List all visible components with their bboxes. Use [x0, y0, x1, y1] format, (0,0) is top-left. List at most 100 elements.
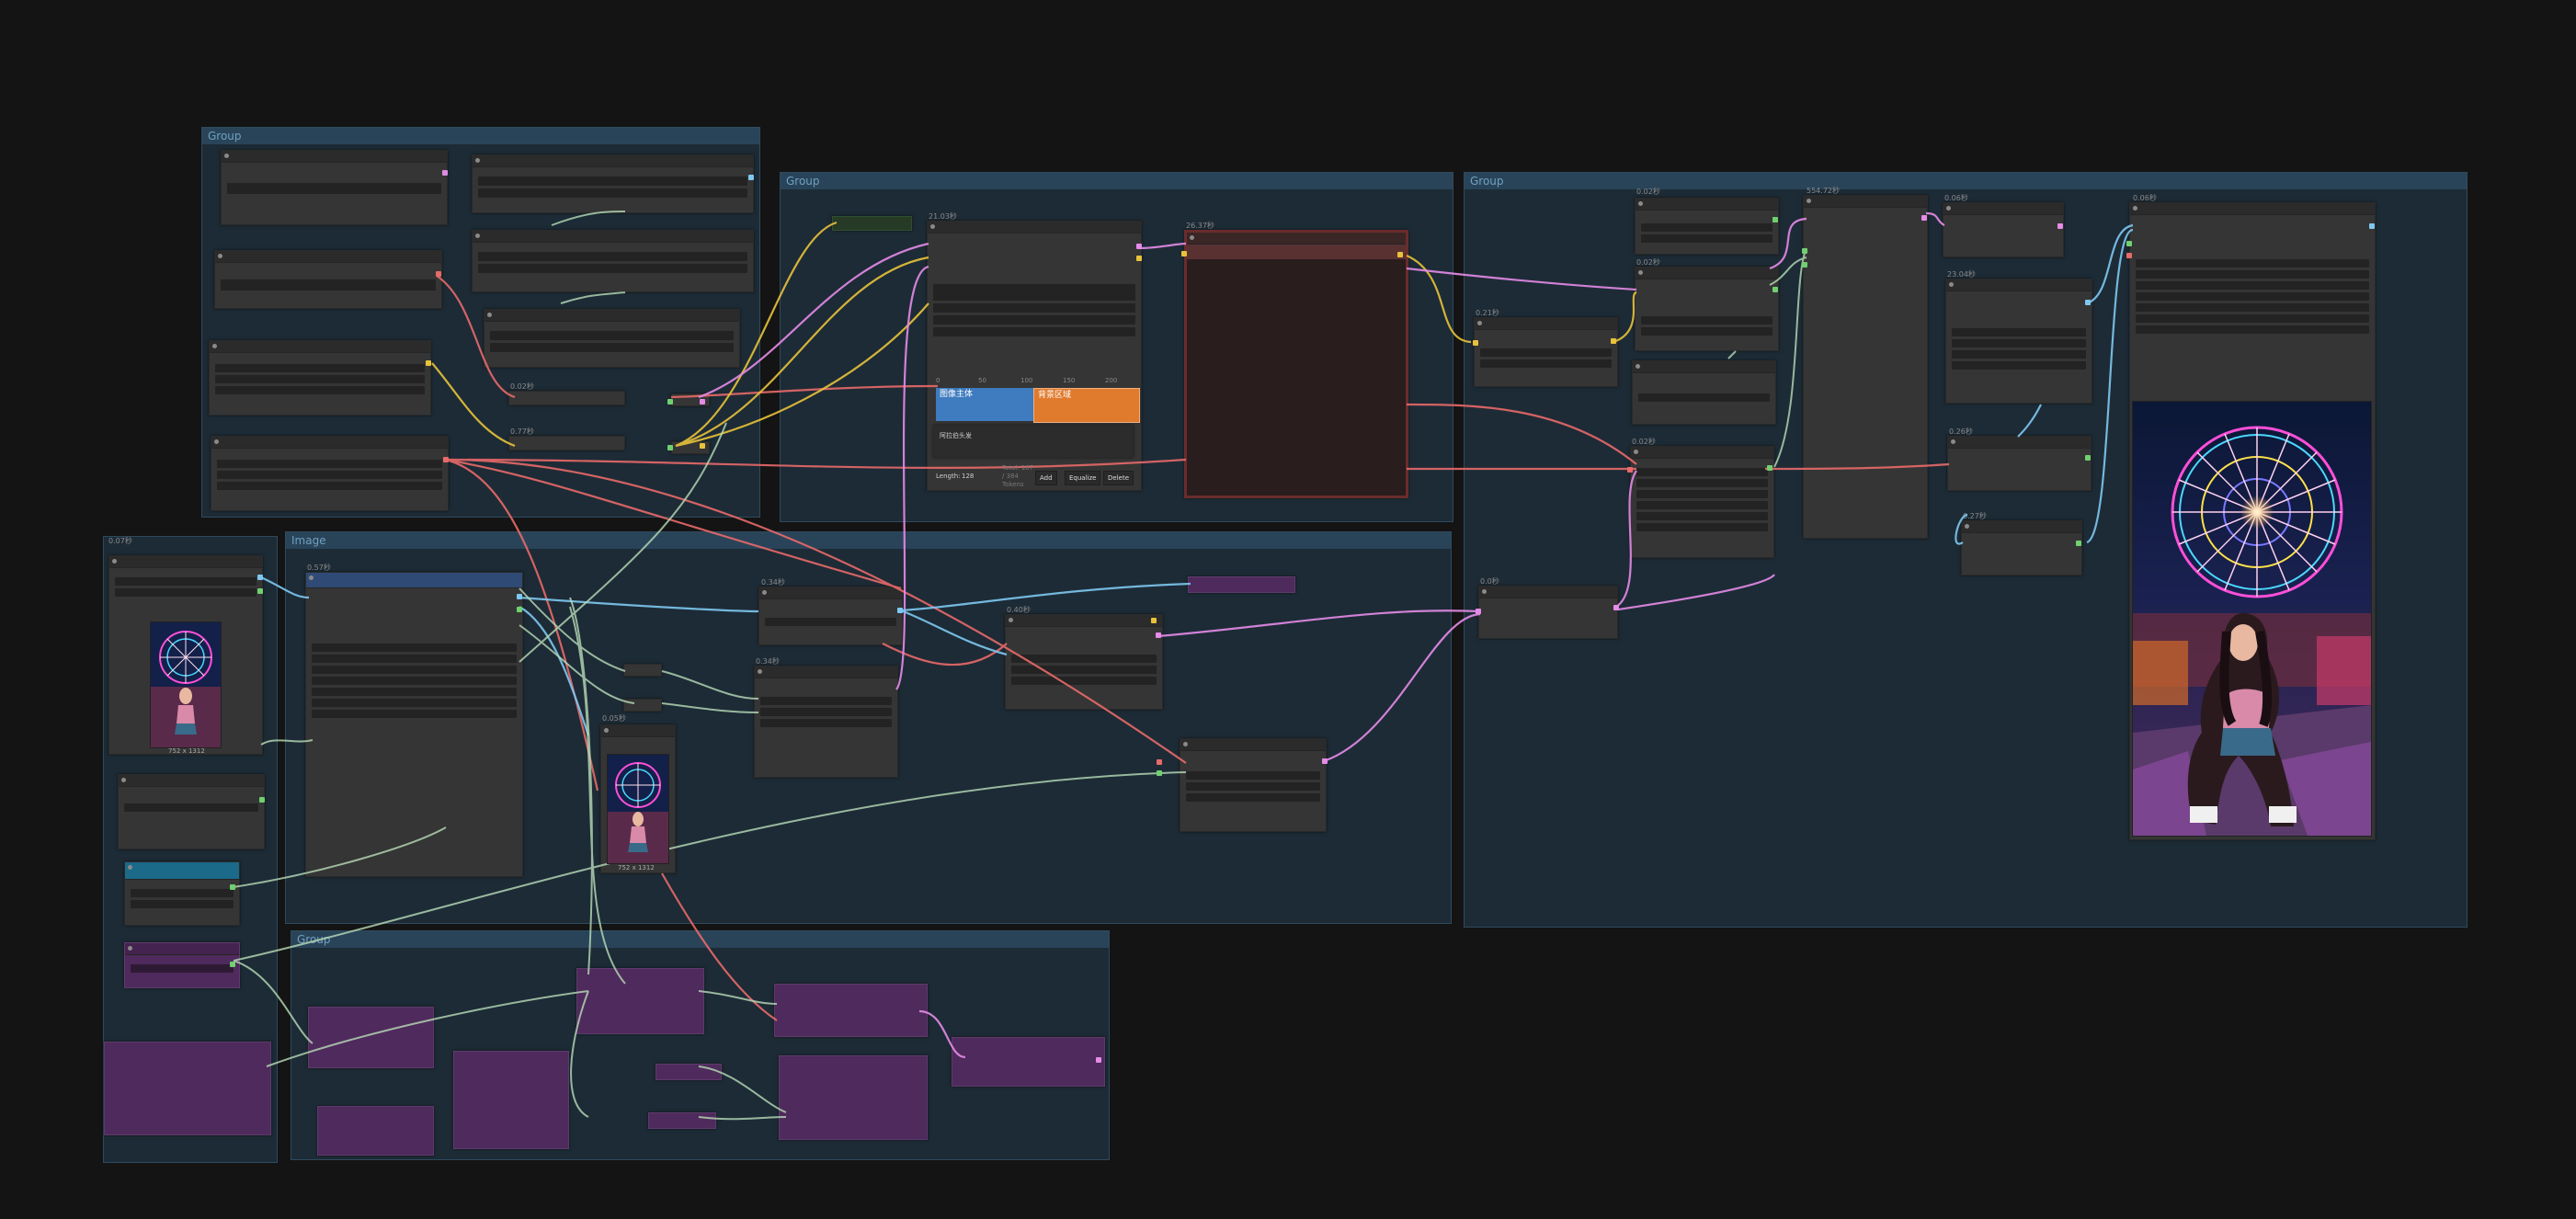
widget[interactable] [1638, 393, 1770, 402]
prompt-widget[interactable] [933, 315, 1135, 325]
add-button[interactable]: Add [1035, 471, 1057, 485]
text-node-4[interactable] [472, 230, 754, 292]
port[interactable] [2369, 223, 2375, 229]
port[interactable] [2126, 241, 2132, 246]
text-widget[interactable] [478, 264, 747, 273]
port[interactable] [1397, 252, 1403, 257]
port[interactable] [1181, 251, 1187, 256]
widget[interactable] [312, 655, 517, 663]
port[interactable] [257, 588, 263, 594]
text-widget[interactable] [221, 279, 436, 291]
prompt-widget[interactable] [933, 284, 1135, 301]
purple-node-6[interactable] [779, 1055, 928, 1140]
text-widget[interactable] [478, 177, 747, 186]
port[interactable] [1772, 287, 1778, 292]
widget[interactable] [2136, 303, 2369, 312]
mask-node-2[interactable] [754, 666, 898, 778]
text-node-1[interactable] [221, 150, 448, 225]
widget[interactable] [1186, 771, 1320, 780]
port[interactable] [1772, 217, 1778, 222]
lora-node[interactable] [1474, 317, 1618, 387]
purple-node-5[interactable] [774, 984, 928, 1037]
port[interactable] [1921, 215, 1927, 221]
widget[interactable] [1952, 328, 2086, 336]
primitive-node-purple[interactable] [124, 942, 240, 988]
widget[interactable] [1952, 361, 2086, 370]
port[interactable] [700, 443, 705, 449]
port[interactable] [1157, 759, 1162, 765]
conditioning-node-1[interactable] [508, 391, 625, 405]
port[interactable] [426, 360, 431, 366]
port[interactable] [1476, 609, 1481, 614]
port[interactable] [667, 399, 673, 404]
delete-button[interactable]: Delete [1103, 471, 1134, 485]
prompt-widget[interactable] [933, 327, 1135, 336]
widget[interactable] [760, 697, 892, 705]
widget[interactable] [115, 577, 256, 586]
port[interactable] [1322, 758, 1328, 764]
widget[interactable] [1641, 316, 1772, 325]
text-widget[interactable] [490, 343, 734, 352]
widget[interactable] [312, 666, 517, 674]
settings-node[interactable] [1630, 446, 1774, 558]
port[interactable] [748, 175, 754, 180]
purple-reroute-top[interactable] [1188, 576, 1295, 593]
text-widget[interactable] [478, 188, 747, 198]
purple-node-1[interactable] [308, 1007, 434, 1068]
port[interactable] [2085, 300, 2091, 305]
text-node-2[interactable] [472, 154, 754, 213]
widget[interactable] [1641, 234, 1772, 243]
widget[interactable] [760, 719, 892, 727]
port[interactable] [897, 608, 903, 613]
port[interactable] [1767, 465, 1772, 471]
port[interactable] [230, 884, 235, 890]
widget[interactable] [1952, 339, 2086, 347]
upscale-node[interactable] [1945, 279, 2092, 404]
text-widget[interactable] [490, 331, 734, 340]
port[interactable] [257, 575, 263, 580]
port[interactable] [2126, 253, 2132, 258]
port[interactable] [1613, 605, 1619, 610]
decode-node[interactable] [1947, 436, 2092, 491]
loader-node-2[interactable] [1635, 267, 1779, 351]
widget[interactable] [312, 699, 517, 707]
widget[interactable] [1636, 468, 1768, 476]
widget[interactable] [1641, 327, 1772, 336]
widget[interactable] [1636, 523, 1768, 531]
port[interactable] [700, 399, 705, 404]
text-widget[interactable] [215, 375, 425, 383]
port[interactable] [230, 962, 235, 967]
int-node[interactable] [118, 774, 265, 849]
widget[interactable] [2136, 270, 2369, 279]
widget[interactable] [765, 618, 896, 626]
widget[interactable] [131, 964, 234, 973]
widget[interactable] [2136, 281, 2369, 290]
prompt-widget[interactable] [933, 303, 1135, 313]
text-widget[interactable] [227, 183, 441, 194]
primitive-node-blue[interactable] [124, 861, 240, 926]
port[interactable] [2057, 223, 2063, 229]
widget[interactable] [1011, 677, 1157, 685]
port[interactable] [1156, 632, 1161, 638]
port[interactable] [1611, 338, 1616, 344]
port[interactable] [667, 445, 673, 450]
purple-node-7[interactable] [952, 1037, 1105, 1087]
purple-small-1[interactable] [655, 1064, 722, 1080]
port[interactable] [1802, 262, 1807, 268]
widget[interactable] [1641, 223, 1772, 232]
region-orange[interactable]: 背景区域 [1033, 388, 1140, 423]
widget[interactable] [1186, 793, 1320, 802]
widget[interactable] [1636, 501, 1768, 509]
port[interactable] [2085, 455, 2091, 461]
conditioning-node-3[interactable] [1943, 202, 2064, 257]
composite-node[interactable] [1005, 614, 1163, 710]
resize-node[interactable] [305, 572, 523, 877]
widget[interactable] [1480, 359, 1612, 368]
widget[interactable] [2136, 292, 2369, 301]
purple-small-2[interactable] [648, 1112, 716, 1129]
port[interactable] [1136, 256, 1142, 261]
text-widget[interactable] [217, 482, 442, 490]
widget[interactable] [131, 889, 234, 897]
region-note[interactable]: 阿拉伯头发 [933, 425, 1134, 458]
green-reroute[interactable] [832, 216, 912, 231]
